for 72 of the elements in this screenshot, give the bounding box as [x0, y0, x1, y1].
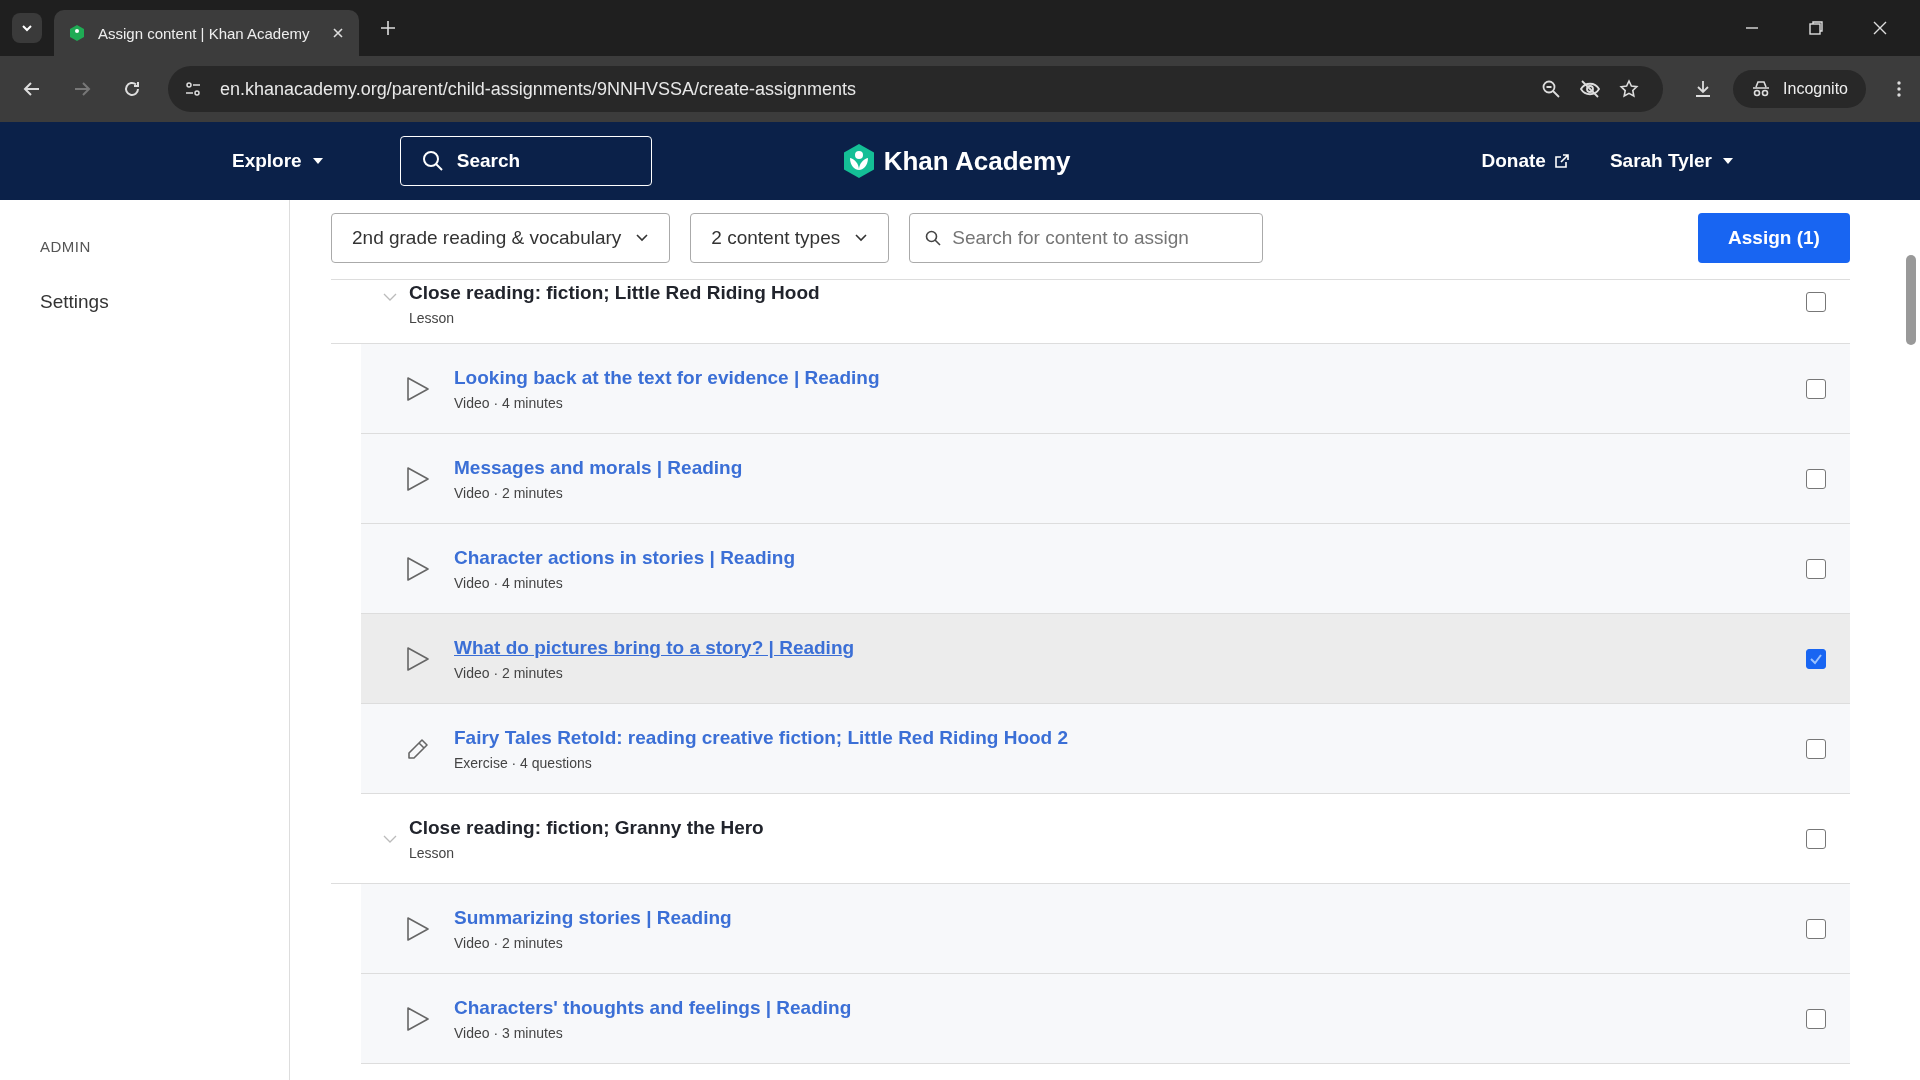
- lesson-title: Close reading: fiction; Little Red Riding Hood: [409, 282, 820, 304]
- play-icon: [406, 375, 430, 402]
- close-icon[interactable]: [331, 26, 345, 40]
- more-menu-icon[interactable]: [1896, 79, 1902, 99]
- content-meta: Video · 2 minutes: [454, 664, 563, 681]
- incognito-button[interactable]: Incognito: [1733, 70, 1866, 108]
- chevron-down-icon: [854, 232, 869, 243]
- caret-icon: [1722, 157, 1734, 165]
- sidebar-heading: ADMIN: [40, 238, 92, 255]
- checkbox[interactable]: [1806, 828, 1826, 849]
- content-link[interactable]: Looking back at the text for evidence | Reading: [454, 366, 880, 389]
- course-dropdown[interactable]: 2nd grade reading & vocabulary: [331, 212, 671, 263]
- close-icon[interactable]: [1872, 20, 1888, 36]
- chevron-down-icon: [635, 232, 650, 243]
- leaf-logo-icon: [841, 143, 876, 179]
- assign-button[interactable]: Assign (1): [1698, 212, 1850, 263]
- play-icon: [406, 915, 430, 942]
- eye-crossed-icon[interactable]: [1579, 79, 1602, 99]
- content-meta: Lesson: [409, 310, 455, 326]
- content-link[interactable]: Summarizing stories | Reading: [454, 906, 732, 929]
- content-meta: Lesson: [409, 844, 455, 861]
- checkbox[interactable]: [1806, 738, 1826, 759]
- content-link[interactable]: Characters' thoughts and feelings | Reading: [454, 996, 852, 1019]
- address-field[interactable]: en.khanacademy.org/parent/child-assignments/9NNHVSSA/create-assignments: [168, 66, 1664, 112]
- caret-icon: [311, 157, 324, 165]
- checkbox[interactable]: [1806, 1008, 1826, 1029]
- pencil-icon: [406, 736, 430, 761]
- content-link[interactable]: Fairy Tales Retold: reading creative fiction; Little Red Riding Hood 2: [454, 726, 1069, 749]
- checkbox[interactable]: [1806, 918, 1826, 939]
- reload-icon[interactable]: [122, 79, 142, 99]
- external-link-icon: [1553, 153, 1570, 169]
- checkmark-icon: [1809, 652, 1823, 665]
- play-icon: [406, 645, 430, 672]
- search-field[interactable]: Search: [399, 136, 652, 186]
- donate-link[interactable]: Donate: [1481, 150, 1570, 172]
- content-link[interactable]: Messages and morals | Reading: [454, 456, 743, 479]
- new-tab-icon[interactable]: [379, 19, 397, 37]
- play-icon: [406, 1005, 430, 1032]
- site-logo[interactable]: Khan Academy: [841, 143, 1071, 179]
- content-type-dropdown[interactable]: 2 content types: [690, 212, 890, 263]
- content-meta: Exercise · 4 questions: [454, 754, 592, 771]
- content-link[interactable]: What do pictures bring to a story? | Reading: [454, 636, 855, 659]
- search-icon: [420, 149, 445, 173]
- content-link[interactable]: Character actions in stories | Reading: [454, 546, 796, 569]
- play-icon: [406, 555, 430, 582]
- content-meta: Video · 2 minutes: [454, 484, 563, 501]
- site-settings-icon[interactable]: [184, 80, 202, 98]
- browser-tab[interactable]: Assign content | Khan Academy: [54, 10, 359, 56]
- content-meta: Video · 2 minutes: [454, 934, 563, 951]
- explore-menu[interactable]: Explore: [226, 149, 330, 173]
- content-search-field[interactable]: Search for content to assign: [909, 212, 1264, 263]
- checkbox[interactable]: [1806, 558, 1826, 579]
- tab-list-button[interactable]: [12, 13, 42, 43]
- lesson-title: Close reading: fiction; Granny the Hero: [409, 816, 764, 839]
- url-text: en.khanacademy.org/parent/child-assignments/9NNHVSSA/create-assignments: [220, 78, 856, 100]
- content-meta: Video · 4 minutes: [454, 574, 563, 591]
- restore-icon[interactable]: [1808, 20, 1824, 36]
- checkbox[interactable]: [1806, 378, 1826, 399]
- play-icon: [406, 465, 430, 492]
- search-icon: [925, 229, 942, 246]
- leaf-logo-icon: [68, 24, 86, 42]
- zoom-icon[interactable]: [1541, 79, 1562, 99]
- incognito-icon: [1751, 80, 1772, 98]
- sidebar-item[interactable]: Settings: [40, 291, 289, 313]
- content-meta: Video · 3 minutes: [454, 1024, 563, 1041]
- user-menu[interactable]: Sarah Tyler: [1603, 149, 1740, 173]
- tab-title: Assign content | Khan Academy: [98, 24, 311, 42]
- checkbox[interactable]: [1806, 468, 1826, 489]
- star-icon[interactable]: [1619, 79, 1640, 99]
- checkbox[interactable]: [1806, 292, 1826, 312]
- checkbox[interactable]: [1806, 648, 1826, 669]
- content-meta: Video · 4 minutes: [454, 394, 563, 411]
